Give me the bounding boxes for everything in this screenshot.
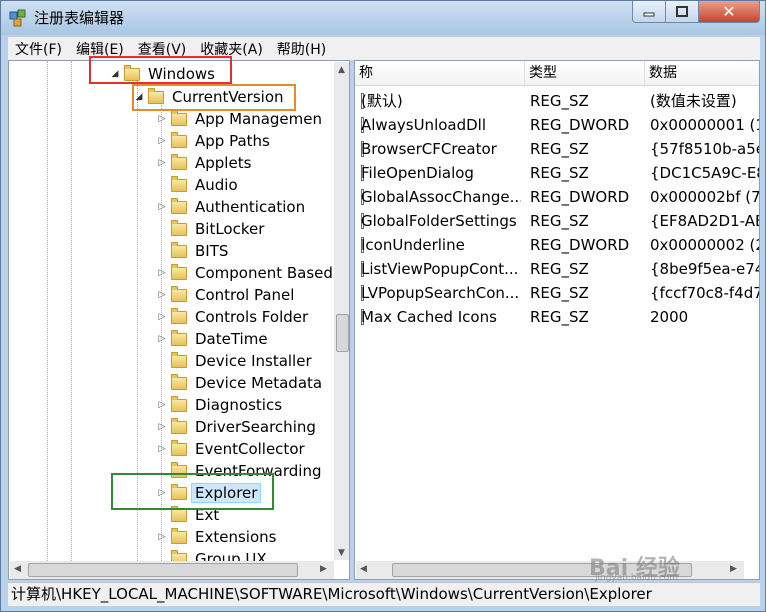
value-row[interactable]: GlobalFolderSettings REG_SZ {EF8AD2D1-AE bbox=[355, 209, 759, 233]
tree-node[interactable]: ▷ Applets bbox=[157, 152, 251, 174]
tree-guide-line bbox=[71, 61, 72, 561]
folder-icon bbox=[171, 395, 187, 412]
minimize-icon bbox=[643, 12, 655, 16]
scroll-right-icon[interactable]: ▶ bbox=[730, 564, 737, 574]
close-icon: ✕ bbox=[722, 2, 736, 21]
folder-icon bbox=[171, 285, 187, 302]
value-row[interactable]: (默认) REG_SZ (数值未设置) bbox=[355, 89, 759, 113]
tree-node[interactable]: ▷ App Managemen bbox=[157, 108, 322, 130]
baidu-watermark: Bai 经验 jingyan.baidu.com bbox=[589, 550, 729, 583]
tree-node[interactable]: Device Metadata bbox=[157, 372, 322, 394]
folder-icon bbox=[171, 505, 187, 522]
collapsed-arrow-icon[interactable]: ▷ bbox=[157, 158, 167, 168]
collapsed-arrow-icon[interactable]: ▷ bbox=[157, 532, 167, 542]
collapsed-arrow-icon[interactable]: ▷ bbox=[157, 290, 167, 300]
window-title: 注册表编辑器 bbox=[34, 9, 125, 27]
highlight-box-explorer bbox=[111, 473, 274, 510]
folder-icon bbox=[171, 373, 187, 390]
registry-values-pane[interactable]: 称 类型 数据 (默认) REG_SZ (数值未设置) AlwaysUnloadDl… bbox=[354, 60, 760, 580]
status-bar-path: 计算机\HKEY_LOCAL_MACHINE\SOFTWARE\Microsof… bbox=[8, 582, 760, 606]
highlight-box-windows bbox=[89, 56, 232, 84]
collapsed-arrow-icon[interactable]: ▷ bbox=[157, 114, 167, 124]
tree-node[interactable]: ▷ App Paths bbox=[157, 130, 270, 152]
column-header-row: 称 类型 数据 bbox=[355, 61, 759, 86]
menu-file[interactable]: 文件(F) bbox=[8, 39, 69, 59]
tree-node[interactable]: ▷ Control Panel bbox=[157, 284, 294, 306]
tree-node[interactable]: ▷ Controls Folder bbox=[157, 306, 308, 328]
collapsed-arrow-icon[interactable]: ▷ bbox=[157, 400, 167, 410]
collapsed-arrow-icon[interactable]: ▷ bbox=[157, 422, 167, 432]
column-header-name[interactable]: 称 bbox=[355, 61, 525, 85]
scroll-right-icon[interactable]: ▶ bbox=[320, 564, 327, 574]
value-row[interactable]: GlobalAssocChange... REG_DWORD 0x000002bf … bbox=[355, 185, 759, 209]
tree-node[interactable]: ▷ EventCollector bbox=[157, 438, 305, 460]
folder-icon bbox=[171, 241, 187, 258]
value-row[interactable]: Max Cached Icons REG_SZ 2000 bbox=[355, 305, 759, 329]
collapsed-arrow-icon[interactable]: ▷ bbox=[157, 136, 167, 146]
tree-node[interactable]: Device Installer bbox=[157, 350, 312, 372]
value-row[interactable]: IconUnderline REG_DWORD 0x00000002 (2) bbox=[355, 233, 759, 257]
minimize-button[interactable] bbox=[632, 1, 666, 23]
tree-node[interactable]: BITS bbox=[157, 240, 228, 262]
folder-icon bbox=[171, 307, 187, 324]
scroll-left-icon[interactable]: ◀ bbox=[14, 564, 21, 574]
tree-node[interactable]: ▷ Extensions bbox=[157, 526, 276, 548]
maximize-icon bbox=[676, 6, 688, 17]
close-button[interactable]: ✕ bbox=[698, 1, 760, 23]
column-header-type[interactable]: 类型 bbox=[525, 61, 645, 85]
folder-icon bbox=[171, 175, 187, 192]
folder-icon bbox=[171, 439, 187, 456]
tree-vertical-scrollbar[interactable]: ▲ ▼ bbox=[334, 62, 349, 560]
folder-icon bbox=[171, 417, 187, 434]
scroll-thumb[interactable] bbox=[28, 563, 298, 577]
value-row[interactable]: AlwaysUnloadDll REG_DWORD 0x00000001 (1) bbox=[355, 113, 759, 137]
scroll-down-icon[interactable]: ▼ bbox=[338, 548, 345, 558]
value-row[interactable]: LVPopupSearchCon... REG_SZ {fccf70c8-f4d7- bbox=[355, 281, 759, 305]
tree-node[interactable]: ▷ Authentication bbox=[157, 196, 305, 218]
folder-icon bbox=[171, 329, 187, 346]
folder-icon bbox=[171, 527, 187, 544]
tree-node[interactable]: ▷ Component Based bbox=[157, 262, 333, 284]
menu-help[interactable]: 帮助(H) bbox=[270, 39, 333, 59]
registry-editor-window: 注册表编辑器 ✕ 文件(F) 编辑(E) 查看(V) 收藏夹(A) 帮助(H) … bbox=[0, 0, 766, 612]
folder-icon bbox=[171, 351, 187, 368]
tree-node[interactable]: ▷ DateTime bbox=[157, 328, 268, 350]
collapsed-arrow-icon[interactable]: ▷ bbox=[157, 202, 167, 212]
value-row[interactable]: FileOpenDialog REG_SZ {DC1C5A9C-E8 bbox=[355, 161, 759, 185]
title-bar[interactable]: 注册表编辑器 ✕ bbox=[1, 1, 765, 35]
value-row[interactable]: BrowserCFCreatorREG_SZ{57f8510b-a5e2 bbox=[355, 137, 759, 161]
maximize-button[interactable] bbox=[665, 1, 699, 23]
folder-icon bbox=[171, 263, 187, 280]
watermark-subtext: jingyan.baidu.com bbox=[595, 573, 679, 583]
scroll-left-icon[interactable]: ◀ bbox=[360, 564, 367, 574]
collapsed-arrow-icon[interactable]: ▷ bbox=[157, 444, 167, 454]
column-header-data[interactable]: 数据 bbox=[645, 61, 759, 85]
collapsed-arrow-icon[interactable]: ▷ bbox=[157, 268, 167, 278]
collapsed-arrow-icon[interactable]: ▷ bbox=[157, 334, 167, 344]
folder-icon bbox=[171, 131, 187, 148]
tree-node[interactable]: Audio bbox=[157, 174, 238, 196]
value-row[interactable]: ListViewPopupCont... REG_SZ {8be9f5ea-e74 bbox=[355, 257, 759, 281]
tree-node[interactable]: ▷ Diagnostics bbox=[157, 394, 282, 416]
folder-icon bbox=[171, 109, 187, 126]
folder-icon bbox=[171, 153, 187, 170]
highlight-box-currentversion bbox=[132, 84, 296, 111]
collapsed-arrow-icon[interactable]: ▷ bbox=[157, 312, 167, 322]
scroll-up-icon[interactable]: ▲ bbox=[338, 65, 345, 75]
tree-horizontal-scrollbar[interactable]: ◀ ▶ bbox=[10, 561, 334, 579]
folder-icon bbox=[171, 197, 187, 214]
folder-icon bbox=[171, 219, 187, 236]
tree-guide-line bbox=[47, 61, 48, 561]
tree-node[interactable]: ▷ DriverSearching bbox=[157, 416, 316, 438]
scroll-thumb[interactable] bbox=[336, 314, 349, 352]
tree-node[interactable]: BitLocker bbox=[157, 218, 264, 240]
regedit-icon bbox=[9, 9, 26, 27]
